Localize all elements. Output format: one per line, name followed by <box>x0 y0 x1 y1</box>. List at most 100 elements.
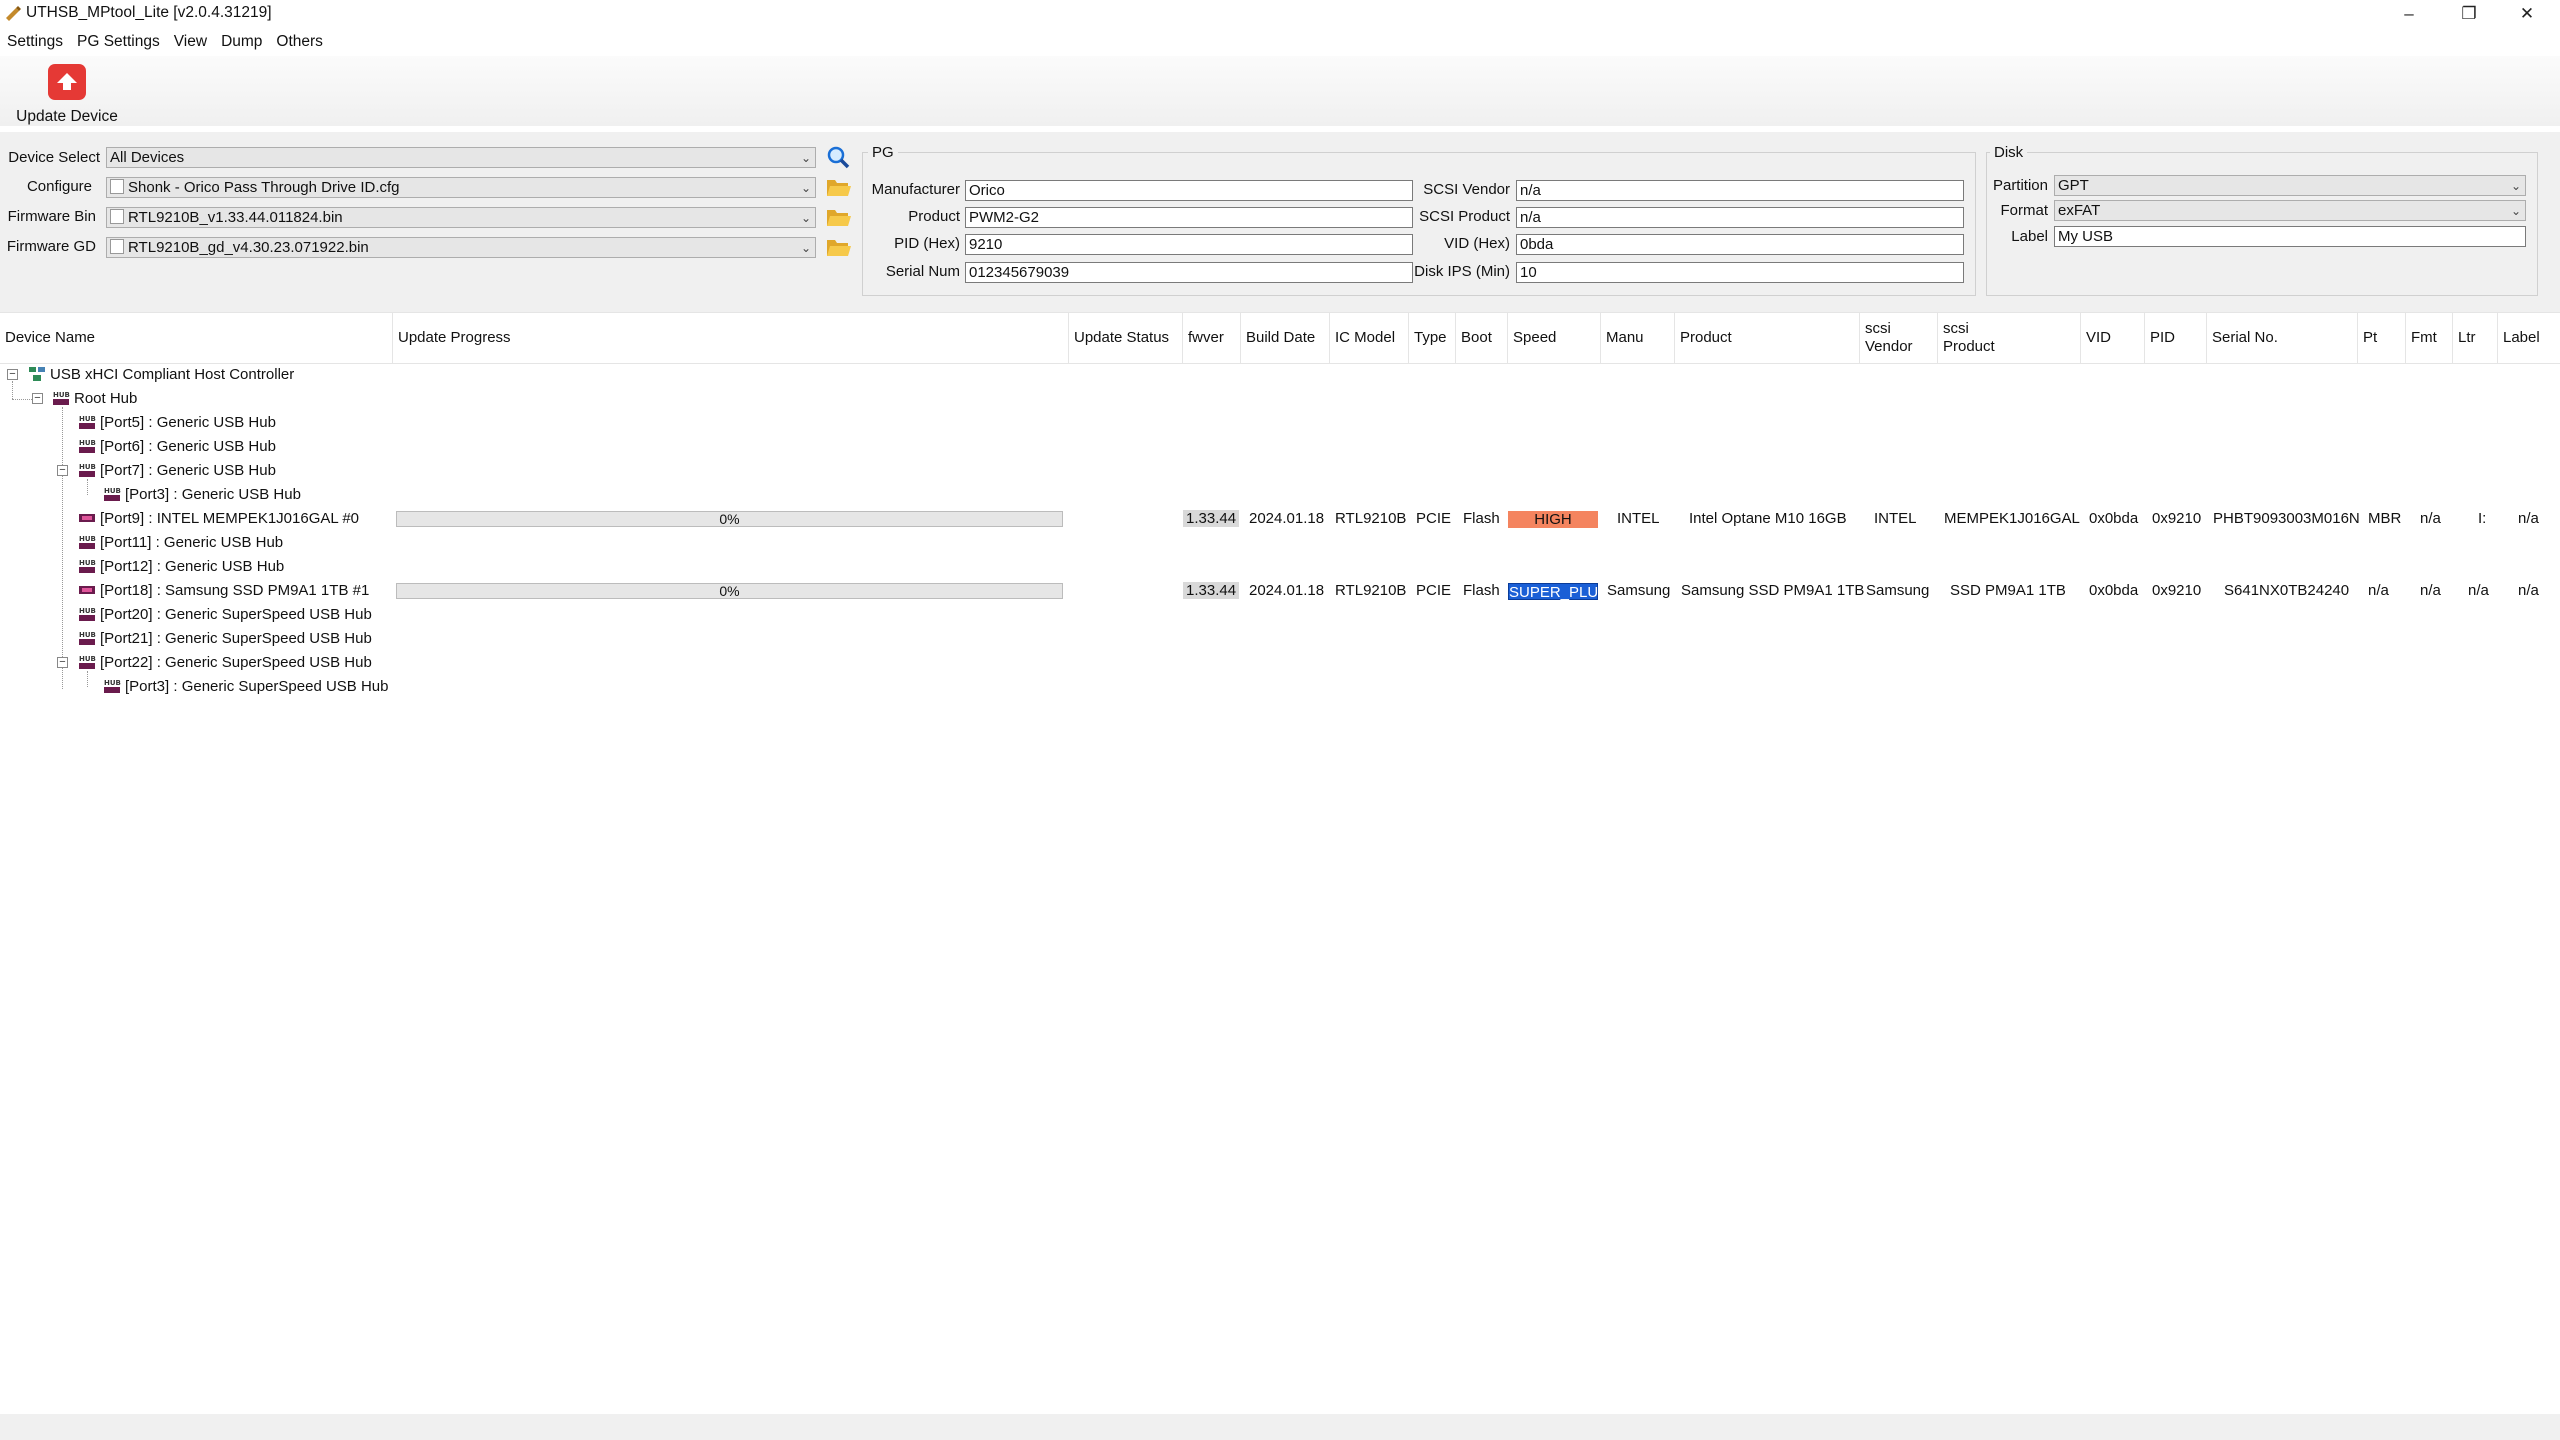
format-dropdown[interactable]: exFAT ⌄ <box>2054 200 2526 221</box>
tree-item-hub[interactable]: HUB [Port12] : Generic USB Hub <box>78 555 284 579</box>
configure-dropdown[interactable]: Shonk - Orico Pass Through Drive ID.cfg ⌄ <box>106 177 816 198</box>
col-fmt[interactable]: Fmt <box>2406 313 2453 363</box>
usb-hub-icon: HUB <box>79 415 96 429</box>
svg-text:HUB: HUB <box>53 391 70 399</box>
tree-item-root-hub[interactable]: HUB Root Hub <box>52 387 137 411</box>
svg-text:HUB: HUB <box>104 679 121 687</box>
tree-item-label: [Port18] : Samsung SSD PM9A1 1TB #1 <box>100 582 370 599</box>
col-build-date[interactable]: Build Date <box>1241 313 1330 363</box>
window-title: UTHSB_MPtool_Lite [v2.0.4.31219] <box>26 4 272 21</box>
folder-open-icon[interactable] <box>826 236 852 258</box>
status-bar <box>0 1414 2560 1440</box>
col-update-progress[interactable]: Update Progress <box>393 313 1069 363</box>
disk-ips-field[interactable]: 10 <box>1516 262 1964 283</box>
tree-collapse-toggle[interactable]: − <box>7 369 18 380</box>
svg-text:HUB: HUB <box>79 631 96 639</box>
scsi-product-field[interactable]: n/a <box>1516 207 1964 228</box>
menu-pg-settings[interactable]: PG Settings <box>70 30 167 54</box>
product-field[interactable]: PWM2-G2 <box>965 207 1413 228</box>
fwver-cell: 1.33.44 <box>1183 579 1240 603</box>
close-button[interactable]: ✕ <box>2498 0 2556 28</box>
upload-icon <box>48 64 86 100</box>
serial-cell: PHBT9093003M016N <box>2213 510 2360 527</box>
col-scsi-product[interactable]: scsi Product <box>1938 313 2081 363</box>
tree-item-hub[interactable]: HUB [Port11] : Generic USB Hub <box>78 531 283 555</box>
col-boot[interactable]: Boot <box>1456 313 1508 363</box>
firmware-bin-value: RTL9210B_v1.33.44.011824.bin <box>128 209 343 226</box>
fmt-cell: n/a <box>2420 510 2441 527</box>
label-cell: n/a <box>2518 582 2539 599</box>
minimize-button[interactable]: – <box>2380 0 2438 28</box>
search-icon[interactable] <box>826 145 850 169</box>
col-pt[interactable]: Pt <box>2358 313 2406 363</box>
col-type[interactable]: Type <box>1409 313 1456 363</box>
menu-view[interactable]: View <box>167 30 214 54</box>
tree-item-label: [Port3] : Generic USB Hub <box>125 486 301 503</box>
fwver-value: 1.33.44 <box>1183 510 1240 527</box>
disk-group-title: Disk <box>1990 144 2028 161</box>
svg-text:HUB: HUB <box>79 463 96 471</box>
tree-item-hub[interactable]: HUB [Port3] : Generic USB Hub <box>103 483 301 507</box>
usb-drive-icon <box>79 586 95 594</box>
restore-button[interactable]: ❐ <box>2440 0 2498 28</box>
tree-item-hub[interactable]: HUB [Port22] : Generic SuperSpeed USB Hub <box>78 651 372 675</box>
vid-field[interactable]: 0bda <box>1516 234 1964 255</box>
svg-text:HUB: HUB <box>79 535 96 543</box>
col-ltr[interactable]: Ltr <box>2453 313 2498 363</box>
device-select-dropdown[interactable]: All Devices ⌄ <box>106 147 816 168</box>
col-pid[interactable]: PID <box>2145 313 2207 363</box>
menu-bar: Settings PG Settings View Dump Others <box>0 30 330 54</box>
scsi-product-cell: SSD PM9A1 1TB <box>1950 582 2066 599</box>
tree-collapse-toggle[interactable]: − <box>32 393 43 404</box>
tree-item-label: [Port6] : Generic USB Hub <box>100 438 276 455</box>
firmware-gd-label: Firmware GD <box>6 238 96 255</box>
format-value: exFAT <box>2058 202 2101 219</box>
manufacturer-field[interactable]: Orico <box>965 180 1413 201</box>
col-ic-model[interactable]: IC Model <box>1330 313 1409 363</box>
tree-item-host-controller[interactable]: USB xHCI Compliant Host Controller <box>28 363 294 387</box>
usb-hub-icon: HUB <box>104 679 121 693</box>
folder-open-icon[interactable] <box>826 176 852 198</box>
col-vid[interactable]: VID <box>2081 313 2145 363</box>
firmware-gd-dropdown[interactable]: RTL9210B_gd_v4.30.23.071922.bin ⌄ <box>106 237 816 258</box>
col-update-status[interactable]: Update Status <box>1069 313 1183 363</box>
update-device-button[interactable]: Update Device <box>8 62 126 130</box>
tree-item-hub[interactable]: HUB [Port6] : Generic USB Hub <box>78 435 276 459</box>
tree-item-hub[interactable]: HUB [Port5] : Generic USB Hub <box>78 411 276 435</box>
tree-line <box>12 399 32 400</box>
menu-settings[interactable]: Settings <box>0 30 70 54</box>
tree-item-hub[interactable]: HUB [Port21] : Generic SuperSpeed USB Hub <box>78 627 372 651</box>
serial-num-field[interactable]: 012345679039 <box>965 262 1413 283</box>
tree-item-label: [Port9] : INTEL MEMPEK1J016GAL #0 <box>100 510 359 527</box>
svg-text:HUB: HUB <box>79 415 96 423</box>
tree-collapse-toggle[interactable]: − <box>57 465 68 476</box>
manu-cell: INTEL <box>1617 510 1660 527</box>
usb-hub-icon: HUB <box>79 655 96 669</box>
tree-item-device[interactable]: [Port9] : INTEL MEMPEK1J016GAL #0 <box>78 507 359 531</box>
folder-open-icon[interactable] <box>826 206 852 228</box>
firmware-bin-dropdown[interactable]: RTL9210B_v1.33.44.011824.bin ⌄ <box>106 207 816 228</box>
col-product[interactable]: Product <box>1675 313 1860 363</box>
tree-item-device[interactable]: [Port18] : Samsung SSD PM9A1 1TB #1 <box>78 579 369 603</box>
chevron-down-icon: ⌄ <box>2510 179 2521 193</box>
col-serial-no[interactable]: Serial No. <box>2207 313 2358 363</box>
tree-collapse-toggle[interactable]: − <box>57 657 68 668</box>
col-scsi-vendor[interactable]: scsi Vendor <box>1860 313 1938 363</box>
tree-item-hub[interactable]: HUB [Port7] : Generic USB Hub <box>78 459 276 483</box>
col-device-name[interactable]: Device Name <box>0 313 393 363</box>
pid-field[interactable]: 9210 <box>965 234 1413 255</box>
tree-item-hub[interactable]: HUB [Port3] : Generic SuperSpeed USB Hub <box>103 675 388 699</box>
scsi-vendor-field[interactable]: n/a <box>1516 180 1964 201</box>
col-speed[interactable]: Speed <box>1508 313 1601 363</box>
scsi-product-label: SCSI Product <box>1419 208 1510 225</box>
col-fwver[interactable]: fwver <box>1183 313 1241 363</box>
tree-item-hub[interactable]: HUB [Port20] : Generic SuperSpeed USB Hub <box>78 603 372 627</box>
label-cell: n/a <box>2518 510 2539 527</box>
partition-dropdown[interactable]: GPT ⌄ <box>2054 175 2526 196</box>
menu-others[interactable]: Others <box>269 30 330 54</box>
col-label[interactable]: Label <box>2498 313 2560 363</box>
configure-value: Shonk - Orico Pass Through Drive ID.cfg <box>128 179 400 196</box>
menu-dump[interactable]: Dump <box>214 30 269 54</box>
label-field[interactable]: My USB <box>2054 226 2526 247</box>
col-manu[interactable]: Manu <box>1601 313 1675 363</box>
